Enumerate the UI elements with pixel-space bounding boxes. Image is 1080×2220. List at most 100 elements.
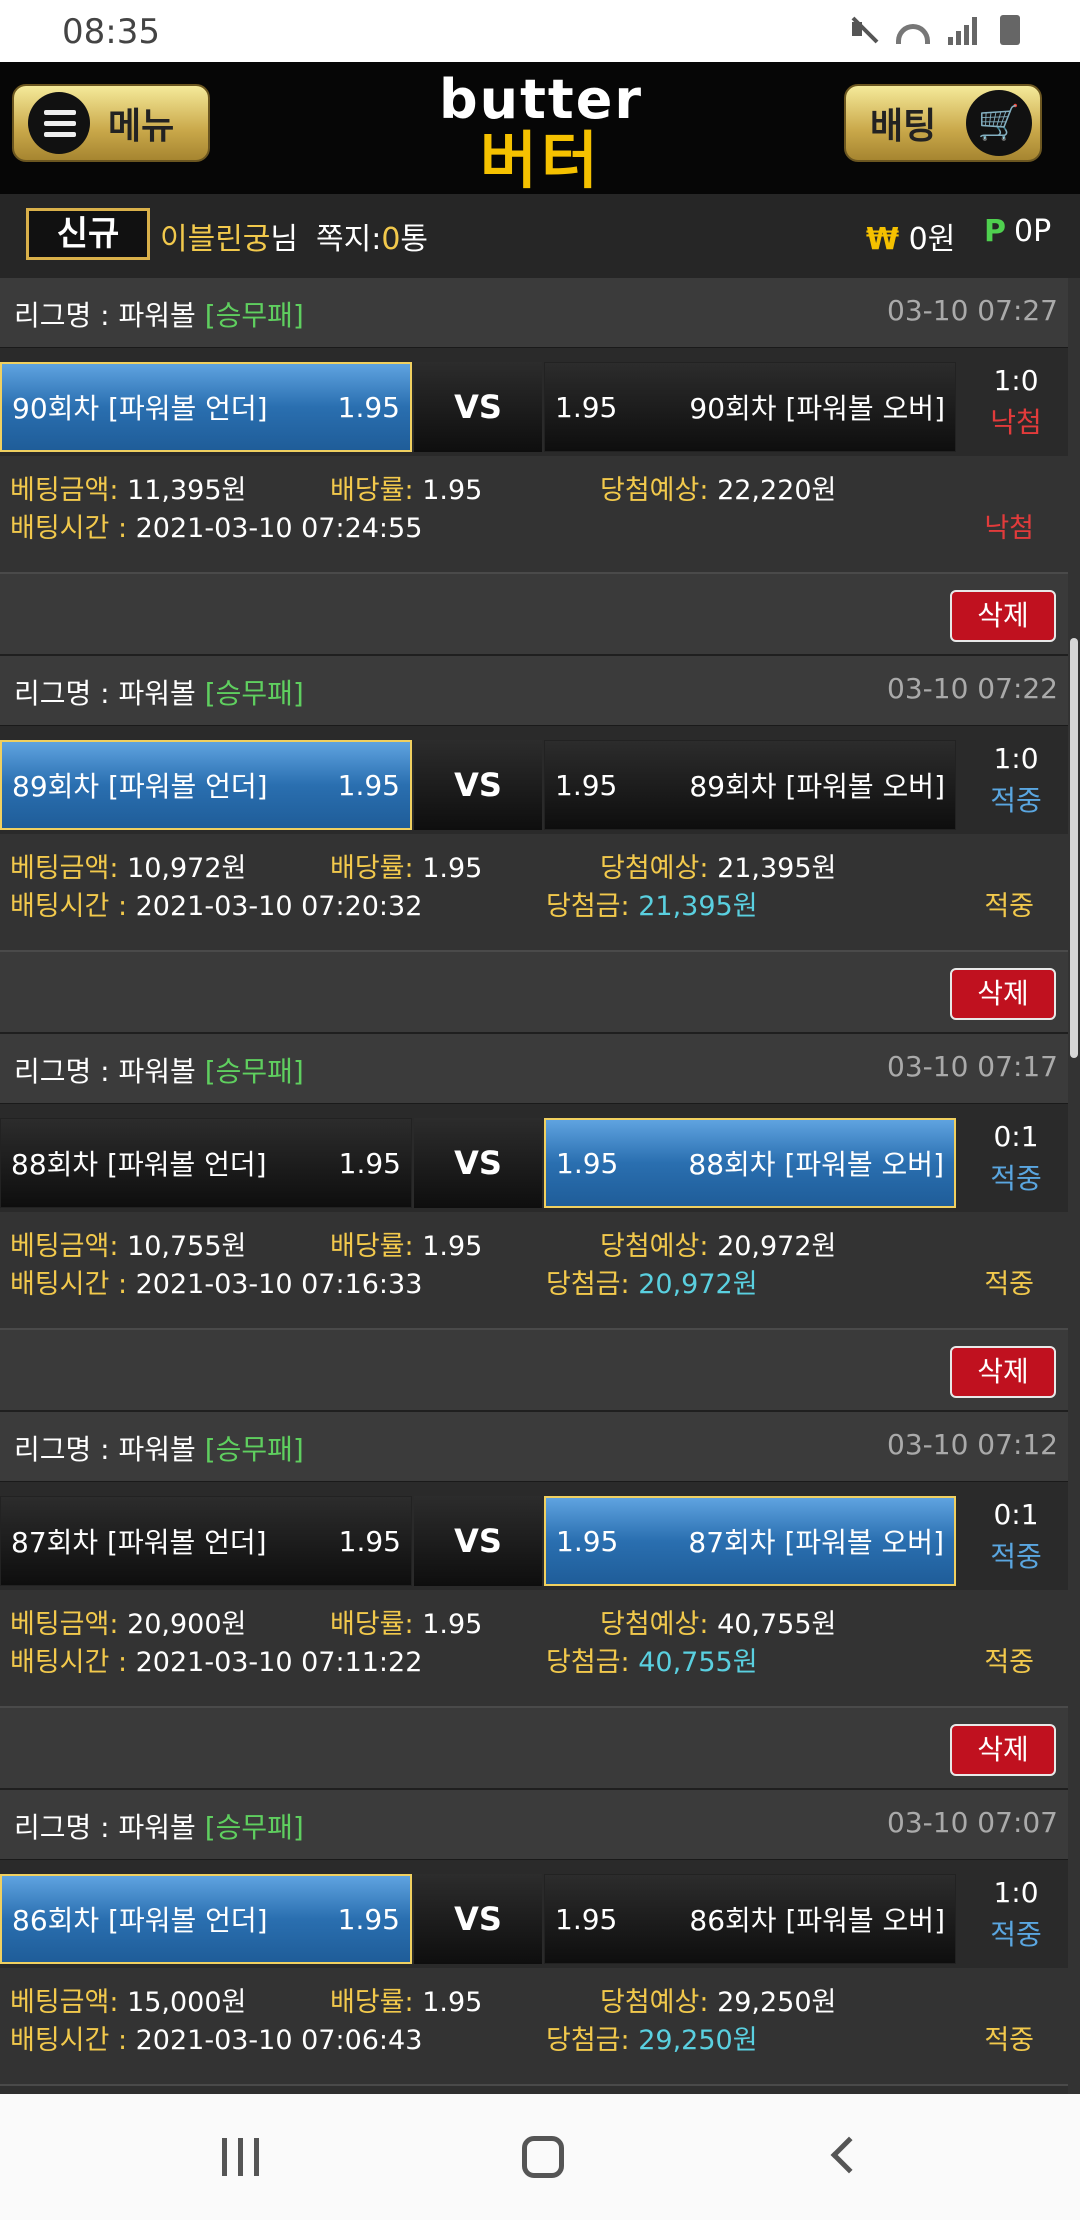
logo[interactable]: butter 버터 — [426, 70, 656, 197]
bet-details: 베팅금액: 10,755원 배당률: 1.95 당첨예상: 20,972원 배팅… — [0, 1212, 1068, 1330]
messages-unit: 통 — [400, 222, 429, 257]
away-option[interactable]: 1.95 87회차 [파워볼 오버] — [544, 1496, 956, 1586]
expected-label: 당첨예상: — [600, 853, 709, 884]
wifi-icon — [896, 24, 930, 44]
league-value: 파워볼 — [118, 1811, 196, 1844]
bet-amount-value: 10,972원 — [127, 853, 247, 884]
won-label: 당첨금: — [546, 1647, 630, 1678]
bet-cart-button[interactable]: 배팅 🛒 — [844, 84, 1042, 162]
home-odds: 1.95 — [338, 1146, 401, 1180]
delete-button[interactable]: 삭제 — [950, 590, 1056, 642]
won-amount: 당첨금: 21,395원 — [546, 884, 758, 923]
expected-label: 당첨예상: — [600, 1231, 709, 1262]
bet-time-label: 배팅시간 : — [10, 513, 136, 544]
delete-button[interactable]: 삭제 — [950, 1724, 1056, 1776]
home-option[interactable]: 89회차 [파워볼 언더] 1.95 — [0, 740, 412, 830]
won-amount: 당첨금: 29,250원 — [546, 2018, 758, 2057]
home-option[interactable]: 88회차 [파워볼 언더] 1.95 — [0, 1118, 412, 1208]
home-team: 88회차 [파워볼 언더] — [11, 1148, 267, 1181]
league-value: 파워볼 — [118, 1055, 196, 1088]
home-odds: 1.95 — [338, 1524, 401, 1558]
bet-type: [승무패] — [204, 1433, 304, 1466]
home-icon[interactable] — [522, 2136, 564, 2178]
scrollbar-thumb[interactable] — [1070, 638, 1078, 1058]
away-team: 88회차 [파워볼 오버] — [688, 1148, 944, 1181]
home-option[interactable]: 90회차 [파워볼 언더] 1.95 — [0, 362, 412, 452]
league-value: 파워볼 — [118, 1433, 196, 1466]
match-row: 90회차 [파워볼 언더] 1.95 VS 1.95 90회차 [파워볼 오버]… — [0, 348, 1068, 456]
system-nav-bar — [0, 2094, 1080, 2220]
bet-card: 리그명 : 파워볼 [승무패] 03-10 07:22 89회차 [파워볼 언더… — [0, 656, 1068, 1034]
expected-win: 당첨예상: 40,755원 — [600, 1602, 836, 1641]
expected-win: 당첨예상: 21,395원 — [600, 846, 836, 885]
match-result: 1:0 적중 — [976, 1872, 1056, 1956]
bet-amount-value: 15,000원 — [127, 1987, 247, 2018]
logo-korean: 버터 — [479, 124, 603, 197]
won-amount: 당첨금: 40,755원 — [546, 1640, 758, 1679]
bet-amount: 베팅금액: 11,395원 — [10, 468, 246, 507]
bet-actions: 삭제 — [0, 574, 1068, 656]
home-team: 89회차 [파워볼 언더] — [12, 770, 268, 803]
home-option[interactable]: 86회차 [파워볼 언더] 1.95 — [0, 1874, 412, 1964]
bet-odds-label: 배당률: — [330, 853, 414, 884]
bet-type: [승무패] — [204, 677, 304, 710]
messages-count: 0 — [381, 222, 401, 257]
balance[interactable]: ₩ 0원 — [866, 214, 955, 258]
messages-label: 쪽지: — [316, 222, 382, 257]
delete-button[interactable]: 삭제 — [950, 968, 1056, 1020]
away-option[interactable]: 1.95 86회차 [파워볼 오버] — [544, 1874, 956, 1964]
home-odds: 1.95 — [337, 390, 400, 424]
status-bar: 08:35 — [0, 0, 1080, 62]
vs-label: VS — [414, 1118, 542, 1208]
away-odds: 1.95 — [555, 390, 618, 424]
bet-status: 낙첨 — [984, 513, 1034, 544]
delete-button[interactable]: 삭제 — [950, 1346, 1056, 1398]
bet-time-label: 배팅시간 : — [10, 2025, 136, 2056]
bet-actions: 삭제 — [0, 1330, 1068, 1412]
away-team: 90회차 [파워볼 오버] — [689, 392, 945, 425]
recent-apps-icon[interactable] — [222, 2138, 262, 2176]
bet-time: 배팅시간 : 2021-03-10 07:11:22 — [10, 1640, 422, 1679]
scrollbar[interactable] — [1068, 278, 1080, 2098]
bet-time: 배팅시간 : 2021-03-10 07:24:55 — [10, 506, 422, 545]
menu-label: 메뉴 — [108, 106, 175, 147]
username[interactable]: 이블린궁님 — [160, 214, 298, 258]
result-badge: 적중 — [990, 1918, 1042, 1951]
messages-link[interactable]: 쪽지:0통 — [316, 214, 428, 258]
bet-date: 03-10 07:17 — [887, 1050, 1058, 1083]
new-badge: 신규 — [26, 208, 150, 260]
bet-type: [승무패] — [204, 1811, 304, 1844]
bet-time-value: 2021-03-10 07:06:43 — [135, 2025, 423, 2056]
bet-type: [승무패] — [204, 299, 304, 332]
back-icon[interactable] — [830, 2136, 868, 2174]
away-odds: 1.95 — [555, 768, 618, 802]
menu-button[interactable]: 메뉴 — [12, 84, 210, 162]
won-icon: ₩ — [866, 222, 900, 257]
result-badge: 적중 — [990, 1540, 1042, 1573]
expected-value: 29,250원 — [717, 1987, 837, 2018]
expected-label: 당첨예상: — [600, 475, 709, 506]
bet-odds: 배당률: 1.95 — [330, 1980, 482, 2019]
away-team: 89회차 [파워볼 오버] — [689, 770, 945, 803]
away-option[interactable]: 1.95 89회차 [파워볼 오버] — [544, 740, 956, 830]
bet-actions: 삭제 — [0, 952, 1068, 1034]
won-amount: 당첨금: 20,972원 — [546, 1262, 758, 1301]
away-option[interactable]: 1.95 90회차 [파워볼 오버] — [544, 362, 956, 452]
away-odds: 1.95 — [556, 1524, 619, 1558]
away-odds: 1.95 — [555, 1902, 618, 1936]
bet-odds-label: 배당률: — [330, 475, 414, 506]
bet-label: 배팅 — [870, 106, 937, 147]
bet-odds: 배당률: 1.95 — [330, 846, 482, 885]
expected-win: 당첨예상: 20,972원 — [600, 1224, 836, 1263]
bet-amount: 베팅금액: 20,900원 — [10, 1602, 246, 1641]
away-option[interactable]: 1.95 88회차 [파워볼 오버] — [544, 1118, 956, 1208]
result-badge: 적중 — [990, 784, 1042, 817]
expected-win: 당첨예상: 29,250원 — [600, 1980, 836, 2019]
home-option[interactable]: 87회차 [파워볼 언더] 1.95 — [0, 1496, 412, 1586]
user-bar: 신규 이블린궁님 쪽지:0통 ₩ 0원 P 0P — [0, 194, 1080, 278]
points[interactable]: P 0P — [984, 214, 1051, 249]
home-team: 90회차 [파워볼 언더] — [12, 392, 268, 425]
vs-label: VS — [414, 740, 542, 830]
bet-status: 적중 — [984, 891, 1034, 922]
league-prefix: 리그명 : — [14, 1811, 119, 1844]
